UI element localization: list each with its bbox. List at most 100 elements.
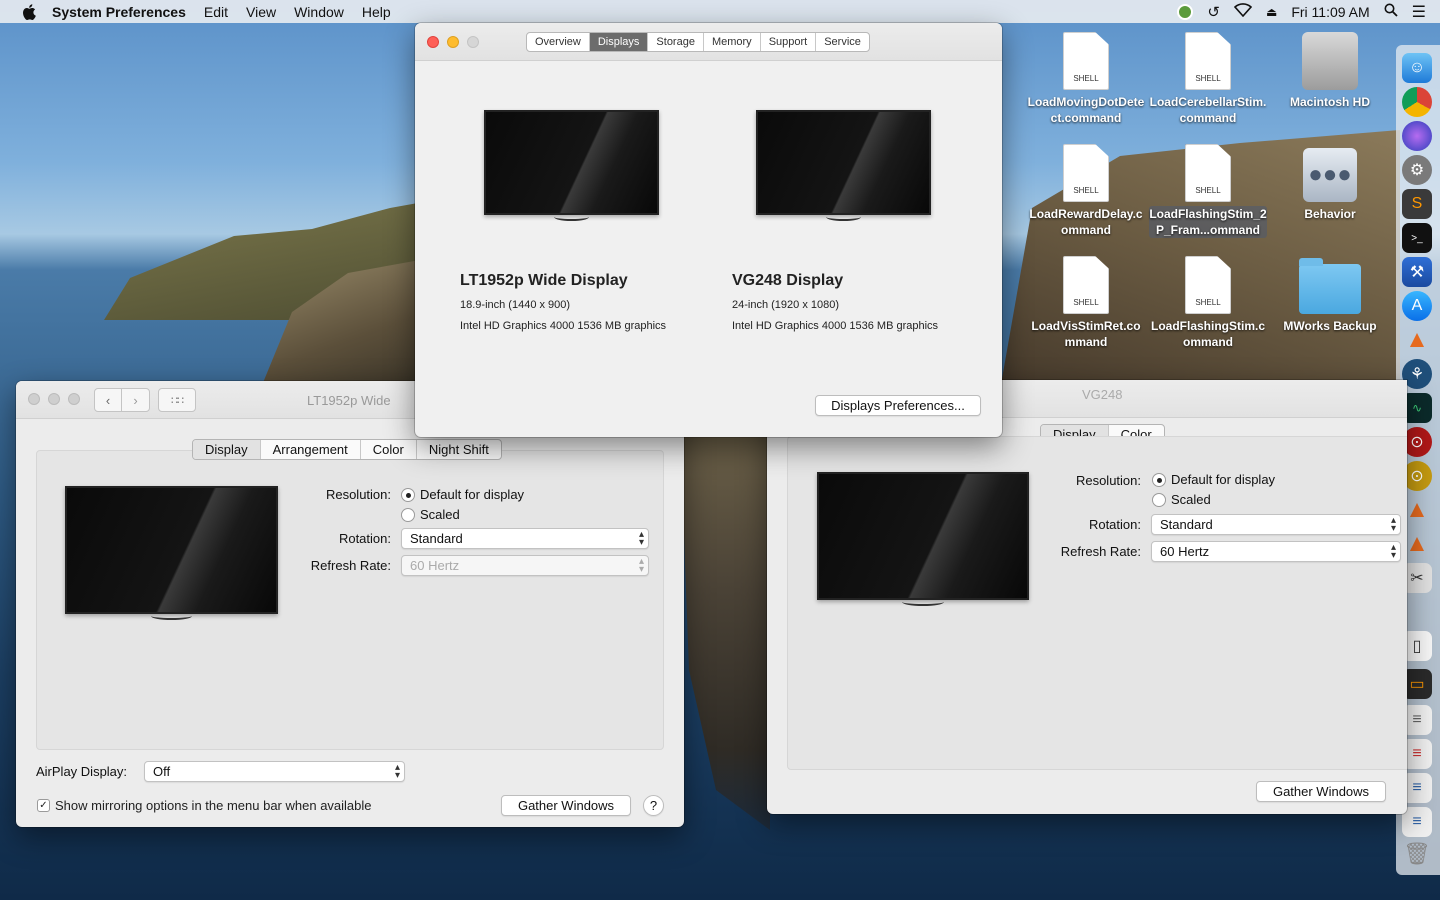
airplay-display-popup[interactable]: Off ▴ ▾ bbox=[144, 761, 405, 782]
spotlight-search-icon[interactable] bbox=[1384, 3, 1398, 20]
menubar-clock[interactable]: Fri 11:09 AM bbox=[1291, 4, 1369, 20]
desktop-file-label: LoadMovingDotDetect.command bbox=[1027, 95, 1145, 125]
time-machine-icon[interactable]: ↺ bbox=[1207, 3, 1220, 21]
desktop-file-label: LoadFlashingStim_2P_Fram...ommand bbox=[1149, 206, 1267, 238]
segment-memory[interactable]: Memory bbox=[704, 33, 761, 51]
siri-icon[interactable] bbox=[1402, 121, 1432, 151]
resolution-scaled-radio[interactable]: Scaled bbox=[1152, 492, 1211, 507]
close-button[interactable] bbox=[28, 393, 40, 405]
resolution-label: Resolution: bbox=[325, 487, 391, 502]
monitor-image bbox=[65, 486, 278, 620]
system-preferences-icon[interactable]: ⚙ bbox=[1402, 155, 1432, 185]
about-segment-bar: Overview Displays Storage Memory Support… bbox=[526, 32, 870, 52]
popup-value: 60 Hertz bbox=[1160, 544, 1210, 559]
forward-chevron-icon[interactable]: › bbox=[122, 389, 149, 411]
desktop-file-loadflashingstim-2p[interactable]: SHELL LoadFlashingStim_2P_Fram...ommand bbox=[1149, 144, 1267, 238]
sublime-text-icon[interactable]: S bbox=[1402, 189, 1432, 219]
displays-preferences-button[interactable]: Displays Preferences... bbox=[815, 395, 981, 416]
menu-window[interactable]: Window bbox=[294, 4, 344, 20]
status-app-icon[interactable] bbox=[1177, 3, 1194, 20]
rotation-popup[interactable]: Standard ▴ ▾ bbox=[1151, 514, 1401, 535]
window-title: LT1952p Wide bbox=[307, 393, 391, 408]
desktop-folder-mworks-backup[interactable]: MWorks Backup bbox=[1271, 256, 1389, 334]
gather-windows-button[interactable]: Gather Windows bbox=[1256, 781, 1386, 802]
popup-value: Standard bbox=[410, 531, 463, 546]
display-size-vg248: 24-inch (1920 x 1080) bbox=[732, 299, 840, 311]
radio-label: Default for display bbox=[1171, 472, 1276, 487]
shell-script-icon: SHELL bbox=[1185, 32, 1231, 90]
matlab-icon[interactable]: ▲ bbox=[1402, 325, 1432, 355]
zoom-button[interactable] bbox=[68, 393, 80, 405]
back-chevron-icon[interactable]: ‹ bbox=[95, 389, 122, 411]
tab-night-shift[interactable]: Night Shift bbox=[417, 440, 501, 459]
tab-display[interactable]: Display bbox=[193, 440, 261, 459]
eject-icon[interactable]: ⏏ bbox=[1266, 5, 1277, 19]
apple-menu-icon[interactable] bbox=[18, 3, 40, 20]
xcode-icon[interactable]: ⚒ bbox=[1402, 257, 1432, 287]
tab-arrangement[interactable]: Arrangement bbox=[261, 440, 361, 459]
desktop-file-label: LoadVisStimRet.command bbox=[1031, 319, 1141, 349]
notification-center-icon[interactable]: ☰ bbox=[1412, 2, 1426, 22]
radio-selected bbox=[401, 487, 415, 502]
show-all-grid-icon[interactable]: ∷∷ bbox=[158, 388, 196, 412]
segment-service[interactable]: Service bbox=[816, 33, 869, 51]
display-graphics-lt1952p: Intel HD Graphics 4000 1536 MB graphics bbox=[460, 320, 667, 332]
refresh-rate-popup: 60 Hertz ▴ ▾ bbox=[401, 555, 649, 576]
monitor-image-vg248 bbox=[756, 110, 931, 221]
rotation-popup[interactable]: Standard ▴ ▾ bbox=[401, 528, 649, 549]
chevron-updown-icon: ▴ ▾ bbox=[638, 529, 644, 548]
menu-view[interactable]: View bbox=[246, 4, 276, 20]
menu-help[interactable]: Help bbox=[362, 4, 391, 20]
wallpaper-rock bbox=[680, 430, 770, 830]
popup-value: Standard bbox=[1160, 517, 1213, 532]
rotation-label: Rotation: bbox=[1088, 517, 1141, 532]
wifi-icon[interactable] bbox=[1233, 3, 1253, 20]
desktop-file-loadflashingstim[interactable]: SHELL LoadFlashingStim.command bbox=[1149, 256, 1267, 350]
lt1952p-tab-bar: Display Arrangement Color Night Shift bbox=[192, 439, 502, 460]
trash-icon[interactable]: 🗑 bbox=[1402, 839, 1432, 869]
about-titlebar[interactable]: Overview Displays Storage Memory Support… bbox=[415, 23, 1002, 61]
gather-windows-button[interactable]: Gather Windows bbox=[501, 795, 631, 816]
refresh-rate-popup[interactable]: 60 Hertz ▴ ▾ bbox=[1151, 541, 1401, 562]
monitor-image-lt1952p bbox=[484, 110, 659, 221]
help-button[interactable]: ? bbox=[643, 795, 664, 816]
menu-edit[interactable]: Edit bbox=[204, 4, 228, 20]
resolution-scaled-radio[interactable]: Scaled bbox=[401, 507, 460, 522]
minimize-button[interactable] bbox=[48, 393, 60, 405]
chrome-icon[interactable] bbox=[1402, 87, 1432, 117]
shell-script-icon: SHELL bbox=[1063, 256, 1109, 314]
resolution-default-radio[interactable]: Default for display bbox=[401, 487, 524, 502]
desktop-file-loadrewarddelay[interactable]: SHELL LoadRewardDelay.command bbox=[1027, 144, 1145, 238]
desktop-file-loadcerebellarstim[interactable]: SHELL LoadCerebellarStim.command bbox=[1149, 32, 1267, 126]
segment-displays[interactable]: Displays bbox=[589, 33, 649, 51]
checkmark-icon: ✓ bbox=[37, 799, 50, 812]
desktop-drive-macintosh-hd[interactable]: Macintosh HD bbox=[1271, 32, 1389, 110]
app-name-menu[interactable]: System Preferences bbox=[52, 4, 186, 20]
segment-overview[interactable]: Overview bbox=[527, 33, 590, 51]
segment-storage[interactable]: Storage bbox=[648, 33, 704, 51]
refresh-rate-label: Refresh Rate: bbox=[310, 558, 391, 573]
desktop-file-loadvisstimret[interactable]: SHELL LoadVisStimRet.command bbox=[1027, 256, 1145, 350]
radio-label: Scaled bbox=[420, 507, 460, 522]
desktop-folder-behavior[interactable]: ●●● Behavior bbox=[1271, 144, 1389, 222]
desktop-file-loadmovingdotdetect[interactable]: SHELL LoadMovingDotDetect.command bbox=[1027, 32, 1145, 126]
popup-value: Off bbox=[153, 764, 171, 779]
group-users-icon: ●●● bbox=[1303, 148, 1357, 202]
finder-icon[interactable]: ☺ bbox=[1402, 53, 1432, 83]
desktop-file-label: LoadCerebellarStim.command bbox=[1149, 95, 1267, 125]
terminal-icon[interactable]: >_ bbox=[1402, 223, 1432, 253]
document-thumbnail-icon[interactable]: ≡ bbox=[1402, 807, 1432, 837]
tab-color[interactable]: Color bbox=[361, 440, 417, 459]
folder-icon bbox=[1299, 258, 1361, 314]
app-store-icon[interactable]: A bbox=[1402, 291, 1432, 321]
desktop-file-label: LoadRewardDelay.command bbox=[1029, 207, 1143, 237]
radio-label: Scaled bbox=[1171, 492, 1211, 507]
radio-selected bbox=[1152, 472, 1166, 487]
segment-support[interactable]: Support bbox=[761, 33, 817, 51]
chevron-updown-icon: ▴ ▾ bbox=[1390, 542, 1396, 561]
close-button[interactable] bbox=[427, 36, 439, 48]
minimize-button[interactable] bbox=[447, 36, 459, 48]
resolution-default-radio[interactable]: Default for display bbox=[1152, 472, 1275, 487]
desktop-file-label: LoadFlashingStim.command bbox=[1150, 319, 1265, 349]
mirroring-options-checkbox[interactable]: ✓ Show mirroring options in the menu bar… bbox=[37, 798, 372, 813]
